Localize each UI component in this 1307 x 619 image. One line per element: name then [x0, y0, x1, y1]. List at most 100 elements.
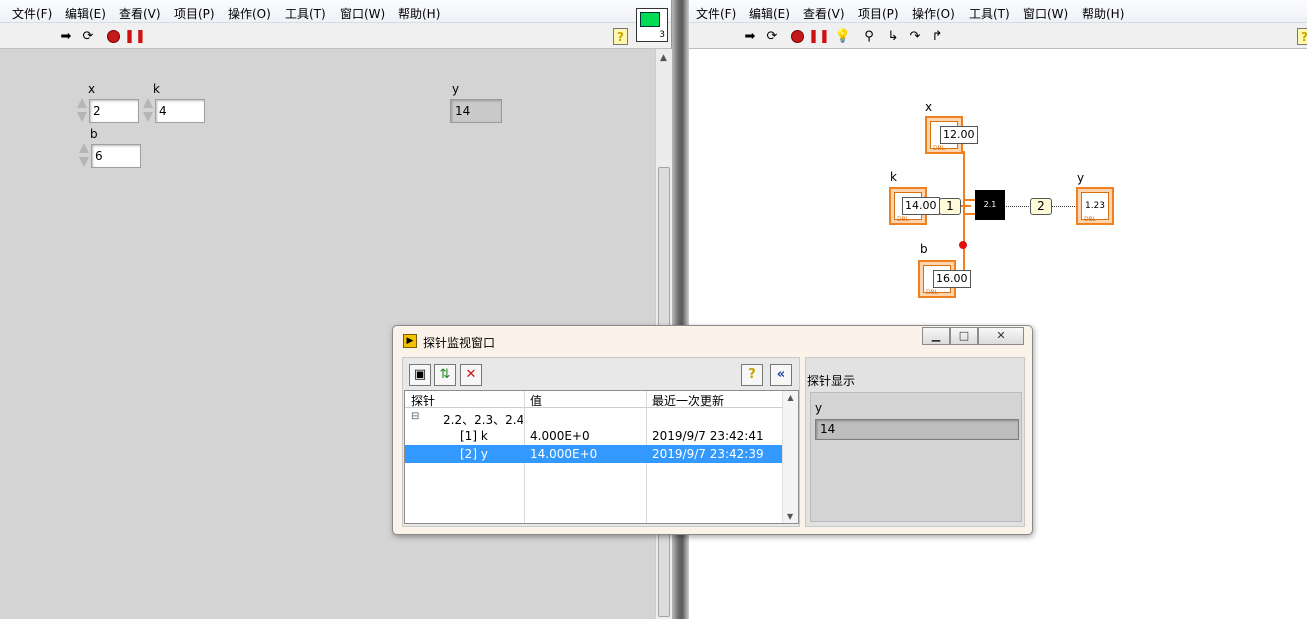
- dbl-tag: DBL: [897, 216, 910, 223]
- table-row-selected[interactable]: [2] y 14.000E+0 2019/9/7 23:42:39: [405, 445, 783, 463]
- row-probe-name: [2] y: [460, 447, 488, 461]
- abort-icon[interactable]: [789, 28, 805, 44]
- step-out-icon[interactable]: ↱: [929, 28, 945, 44]
- probe-table-scrollbar[interactable]: ▲ ▼: [782, 391, 798, 523]
- vi-screen-icon: [640, 12, 660, 27]
- probe-display-pane: 探针显示 y 14: [805, 357, 1025, 527]
- collapse-tree-icon[interactable]: ⊟: [411, 411, 419, 422]
- probe-1-marker[interactable]: 1: [939, 198, 961, 215]
- run-continuously-icon[interactable]: ⟳: [80, 28, 96, 44]
- diagram-menubar: 文件(F) 编辑(E) 查看(V) 项目(P) 操作(O) 工具(T) 窗口(W…: [689, 0, 1307, 23]
- probe-help-icon[interactable]: ?: [741, 364, 763, 386]
- b-label: b: [90, 127, 98, 141]
- run-continuously-icon[interactable]: ⟳: [764, 28, 780, 44]
- scroll-up-icon[interactable]: ▲: [783, 393, 798, 402]
- probe-group-row[interactable]: ⊟ 2.2、2.3、2.4.: [405, 409, 783, 427]
- y-indicator-terminal[interactable]: 1.23 DBL: [1076, 187, 1114, 225]
- menu-view[interactable]: 查看(V): [119, 5, 161, 22]
- scroll-up-icon[interactable]: ▲: [660, 53, 667, 63]
- window-controls: ▁ □ ✕: [922, 327, 1024, 345]
- probe-table: 探针 值 最近一次更新 ⊟ 2.2、2.3、2.4. [1] k 4.000E+…: [404, 390, 799, 524]
- menu-operate[interactable]: 操作(O): [912, 5, 955, 22]
- vi-icon[interactable]: 3: [636, 8, 668, 42]
- menu-edit[interactable]: 编辑(E): [65, 5, 106, 22]
- menu-file[interactable]: 文件(F): [12, 5, 52, 22]
- help-icon[interactable]: ?: [613, 28, 628, 45]
- row-probe-updated: 2019/9/7 23:42:39: [652, 447, 764, 461]
- menu-project[interactable]: 项目(P): [174, 5, 215, 22]
- run-arrow-icon[interactable]: ➡: [58, 28, 74, 44]
- b-increment-decrement[interactable]: [78, 141, 90, 169]
- menu-view[interactable]: 查看(V): [803, 5, 845, 22]
- diagram-toolbar: ➡ ⟳ ❚❚ 💡 ⚲ ↳ ↷ ↱ ?: [689, 23, 1307, 49]
- col-probe[interactable]: 探针: [411, 392, 435, 409]
- k-wire-value: 14.00: [902, 197, 940, 215]
- probe-display-label: y: [815, 401, 823, 415]
- probe-display-box: y 14: [810, 392, 1022, 522]
- maximize-button[interactable]: □: [950, 327, 978, 345]
- minimize-button[interactable]: ▁: [922, 327, 950, 345]
- row-probe-name: [1] k: [460, 429, 488, 443]
- group-label: 2.2、2.3、2.4.: [443, 413, 523, 427]
- table-row[interactable]: [1] k 4.000E+0 2019/9/7 23:42:41: [405, 427, 783, 445]
- x-wire-value: 12.00: [940, 126, 978, 144]
- abort-icon[interactable]: [105, 28, 121, 44]
- menu-help[interactable]: 帮助(H): [398, 5, 440, 22]
- menu-window[interactable]: 窗口(W): [340, 5, 385, 22]
- x-numeric-control[interactable]: 2: [89, 99, 139, 123]
- row-probe-updated: 2019/9/7 23:42:41: [652, 429, 764, 443]
- menu-tools[interactable]: 工具(T): [969, 5, 1010, 22]
- menu-project[interactable]: 项目(P): [858, 5, 899, 22]
- run-arrow-icon[interactable]: ➡: [742, 28, 758, 44]
- new-probe-icon[interactable]: ▣: [409, 364, 431, 386]
- probe-table-header: 探针 值 最近一次更新: [405, 391, 783, 408]
- pause-icon[interactable]: ❚❚: [124, 28, 146, 44]
- front-toolbar: ➡ ⟳ ❚❚ ?: [0, 23, 671, 49]
- pause-icon[interactable]: ❚❚: [808, 28, 830, 44]
- wire-x-to-subvi[interactable]: [963, 199, 975, 201]
- step-over-icon[interactable]: ↷: [907, 28, 923, 44]
- k-label: k: [153, 82, 160, 96]
- subvi-node[interactable]: 2.1: [975, 190, 1005, 220]
- menu-file[interactable]: 文件(F): [696, 5, 736, 22]
- close-button[interactable]: ✕: [978, 327, 1024, 345]
- labview-app-icon: ▶: [403, 334, 417, 348]
- vi-icon-number: 3: [659, 30, 665, 40]
- step-into-icon[interactable]: ↳: [885, 28, 901, 44]
- front-menubar: 文件(F) 编辑(E) 查看(V) 项目(P) 操作(O) 工具(T) 窗口(W…: [0, 0, 671, 23]
- col-last-updated[interactable]: 最近一次更新: [652, 392, 724, 409]
- delete-probe-icon[interactable]: ✕: [460, 364, 482, 386]
- menu-edit[interactable]: 编辑(E): [749, 5, 790, 22]
- highlight-execution-icon[interactable]: 💡: [835, 28, 851, 44]
- diagram-y-label: y: [1077, 171, 1085, 185]
- x-label: x: [88, 82, 96, 96]
- collapse-display-icon[interactable]: «: [770, 364, 792, 386]
- k-numeric-control[interactable]: 4: [155, 99, 205, 123]
- row-probe-value: 4.000E+0: [530, 429, 590, 443]
- menu-window[interactable]: 窗口(W): [1023, 5, 1068, 22]
- y-numeric-indicator: 14: [450, 99, 502, 123]
- b-numeric-control[interactable]: 6: [91, 144, 141, 168]
- probe-2-marker[interactable]: 2: [1030, 198, 1052, 215]
- help-icon[interactable]: ?: [1297, 28, 1307, 45]
- menu-help[interactable]: 帮助(H): [1082, 5, 1124, 22]
- y-label: y: [452, 82, 460, 96]
- menu-operate[interactable]: 操作(O): [228, 5, 271, 22]
- scroll-down-icon[interactable]: ▼: [787, 512, 793, 521]
- breakpoint-dot[interactable]: [959, 241, 967, 249]
- k-increment-decrement[interactable]: [142, 96, 154, 124]
- diagram-k-label: k: [890, 170, 897, 184]
- dbl-tag: DBL: [1084, 216, 1097, 223]
- col-value[interactable]: 值: [530, 392, 542, 409]
- menu-tools[interactable]: 工具(T): [285, 5, 326, 22]
- add-probe-icon[interactable]: ⇅: [434, 364, 456, 386]
- probe-display-title: 探针显示: [807, 374, 856, 388]
- probe-window-title: 探针监视窗口: [423, 336, 496, 350]
- diagram-b-label: b: [920, 242, 928, 256]
- dbl-tag: DBL: [933, 145, 946, 152]
- retain-wire-values-icon[interactable]: ⚲: [861, 28, 877, 44]
- dbl-tag: DBL: [926, 289, 939, 296]
- x-increment-decrement[interactable]: [76, 96, 88, 124]
- diagram-x-label: x: [925, 100, 933, 114]
- b-wire-value: 16.00: [933, 270, 971, 288]
